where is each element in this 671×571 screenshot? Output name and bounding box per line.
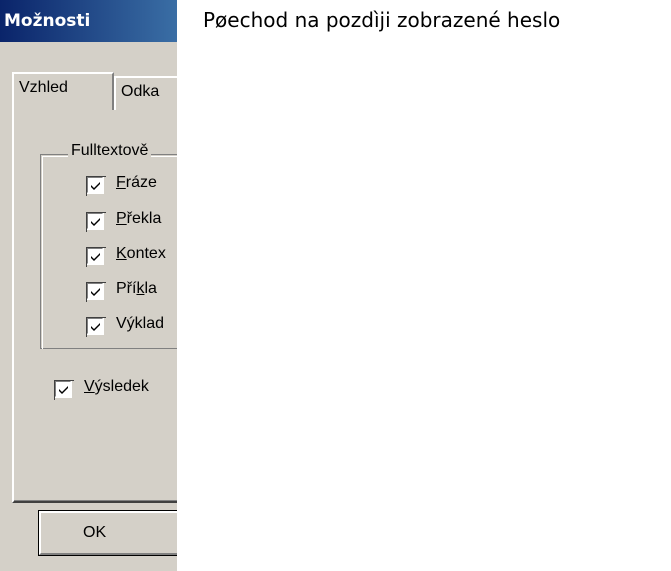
checkbox-label: Překla [116, 210, 162, 227]
tab-odkazy[interactable]: Odka [114, 76, 177, 110]
dialog-titlebar[interactable]: Možnosti [0, 0, 177, 42]
checkbox-box[interactable] [86, 212, 106, 232]
ok-button-label: OK [83, 524, 107, 541]
checkmark-icon [91, 323, 100, 331]
checkbox-box[interactable] [86, 176, 106, 196]
checkbox-label: Kontex [116, 245, 166, 262]
ok-button[interactable]: OK [38, 510, 177, 556]
checkmark-icon [91, 288, 100, 296]
checkmark-icon [91, 182, 100, 190]
checkmark-icon [59, 386, 68, 394]
groupbox-label: Fulltextově [68, 142, 152, 160]
tab-odkazy-label: Odka [121, 83, 160, 100]
checkbox-label: Příkla [116, 280, 157, 297]
checkbox-label: Fráze [116, 174, 157, 191]
tab-vzhled[interactable]: Vzhled [12, 72, 114, 110]
checkbox-box[interactable] [86, 317, 106, 337]
checkbox-label: Výsledek [84, 378, 149, 395]
checkbox-label: Výklad [116, 315, 165, 332]
dialog-title: Možnosti [4, 11, 91, 31]
checkmark-icon [91, 253, 100, 261]
checkbox-box[interactable] [54, 380, 74, 400]
checkbox-box[interactable] [86, 282, 106, 302]
tab-vzhled-label: Vzhled [19, 79, 68, 96]
checkmark-icon [91, 218, 100, 226]
caption-text: Pøechod na pozdìji zobrazené heslo [203, 8, 561, 32]
options-dialog: Možnosti Odka Vzhled Fulltextově Fráze P… [0, 0, 177, 571]
checkbox-box[interactable] [86, 247, 106, 267]
